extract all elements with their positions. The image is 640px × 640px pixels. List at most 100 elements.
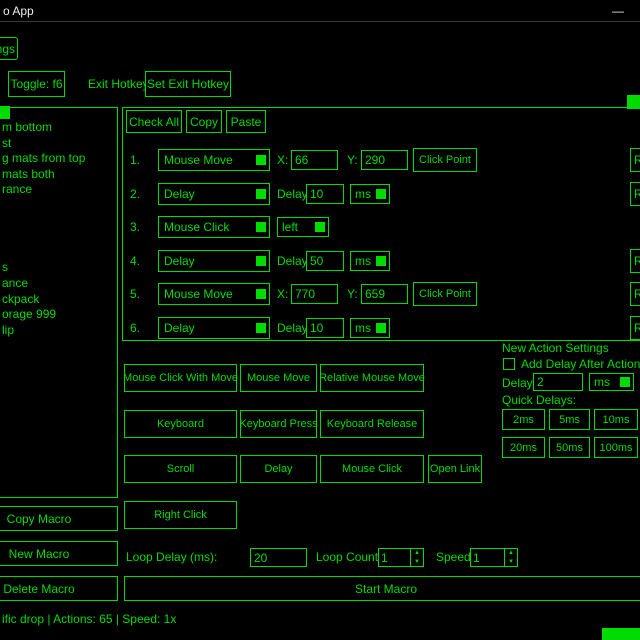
settings-button[interactable]: ngs bbox=[0, 37, 18, 60]
add-delay-after-action-label: Add Delay After Action bbox=[521, 357, 640, 371]
loop-count-input[interactable] bbox=[379, 549, 410, 566]
loop-count-stepper[interactable]: ▲ ▼ bbox=[378, 548, 424, 567]
dropdown-indicator-icon bbox=[256, 323, 266, 333]
macro-list-item[interactable] bbox=[2, 214, 117, 230]
delay-value-input[interactable] bbox=[306, 184, 344, 204]
remove-action-button[interactable]: Remove bbox=[630, 282, 640, 306]
add-delay-after-action-checkbox[interactable] bbox=[503, 358, 515, 370]
toggle-hotkey-button[interactable]: Toggle: f6 bbox=[8, 71, 65, 97]
dropdown-indicator-icon bbox=[376, 189, 386, 199]
macro-list-item[interactable]: m bottom bbox=[2, 120, 117, 136]
macro-list-item[interactable]: mats both bbox=[2, 167, 117, 183]
action-type-dropdown[interactable]: Delay bbox=[158, 250, 270, 272]
action-type-value: Mouse Move bbox=[159, 287, 256, 301]
action-type-value: Delay bbox=[159, 321, 256, 335]
add-keyboard-button[interactable]: Keyboard bbox=[124, 410, 237, 438]
macro-list-item[interactable] bbox=[2, 245, 117, 261]
quick-delay-2ms-button[interactable]: 2ms bbox=[502, 409, 545, 430]
copy-button[interactable]: Copy bbox=[186, 110, 222, 133]
dropdown-indicator-icon bbox=[256, 289, 266, 299]
dropdown-indicator-icon bbox=[315, 222, 325, 232]
mouse-button-dropdown[interactable]: left bbox=[277, 217, 329, 237]
check-all-button[interactable]: Check All bbox=[126, 110, 182, 133]
delete-macro-button[interactable]: Delete Macro bbox=[0, 576, 118, 601]
add-keyboard-press-button[interactable]: Keyboard Press bbox=[240, 410, 317, 438]
speed-input[interactable] bbox=[471, 549, 504, 566]
y-label: Y: bbox=[347, 148, 358, 172]
spin-down-icon[interactable]: ▼ bbox=[411, 558, 423, 567]
macro-list-item[interactable]: ance bbox=[2, 276, 117, 292]
action-type-dropdown[interactable]: Mouse Move bbox=[158, 283, 270, 305]
add-mouse-click-button[interactable]: Mouse Click bbox=[320, 455, 424, 483]
y-label: Y: bbox=[347, 282, 358, 306]
macro-list-item[interactable] bbox=[2, 198, 117, 214]
delay-unit-dropdown[interactable]: ms bbox=[350, 251, 390, 271]
resize-grip[interactable] bbox=[602, 628, 640, 640]
macro-list-item[interactable]: orage 999 bbox=[2, 307, 117, 323]
quick-delay-50ms-button[interactable]: 50ms bbox=[549, 437, 590, 458]
dropdown-indicator-icon bbox=[620, 377, 630, 387]
delay-unit-dropdown[interactable]: ms bbox=[350, 184, 390, 204]
click-point-button[interactable]: Click Point bbox=[413, 148, 477, 172]
delay-value-input[interactable] bbox=[306, 318, 344, 338]
x-label: X: bbox=[277, 148, 288, 172]
remove-action-button[interactable]: Remove bbox=[630, 182, 640, 206]
action-type-dropdown[interactable]: Mouse Click bbox=[158, 216, 270, 238]
new-action-delay-label: Delay: bbox=[502, 374, 536, 392]
macro-list-item[interactable]: ckpack bbox=[2, 292, 117, 308]
exit-hotkey-label: Exit Hotkey: bbox=[88, 71, 152, 97]
x-coordinate-input[interactable] bbox=[291, 150, 338, 170]
minimize-button[interactable]: — bbox=[601, 0, 635, 21]
macro-list-item[interactable] bbox=[2, 229, 117, 245]
new-action-delay-input[interactable] bbox=[533, 373, 583, 391]
add-right-click-button[interactable]: Right Click bbox=[124, 501, 237, 529]
action-type-dropdown[interactable]: Delay bbox=[158, 317, 270, 339]
add-mouse-click-with-move-button[interactable]: Mouse Click With Move bbox=[124, 364, 237, 392]
macro-list-item[interactable]: lip bbox=[2, 323, 117, 339]
set-exit-hotkey-button[interactable]: Set Exit Hotkey bbox=[145, 71, 231, 97]
quick-delay-20ms-button[interactable]: 20ms bbox=[502, 437, 545, 458]
action-type-dropdown[interactable]: Mouse Move bbox=[158, 149, 270, 171]
copy-macro-button[interactable]: Copy Macro bbox=[0, 506, 118, 531]
add-relative-mouse-move-button[interactable]: Relative Mouse Move bbox=[320, 364, 424, 392]
quick-delay-10ms-button[interactable]: 10ms bbox=[594, 409, 638, 430]
add-open-link-button[interactable]: Open Link bbox=[428, 455, 482, 483]
loop-delay-input[interactable] bbox=[250, 548, 307, 567]
quick-delay-5ms-button[interactable]: 5ms bbox=[549, 409, 590, 430]
delay-value-input[interactable] bbox=[306, 251, 344, 271]
remove-action-button[interactable]: Remove bbox=[630, 148, 640, 172]
macro-list-item[interactable]: rance bbox=[2, 182, 117, 198]
speed-stepper[interactable]: ▲ ▼ bbox=[470, 548, 518, 567]
dropdown-indicator-icon bbox=[256, 155, 266, 165]
x-coordinate-input[interactable] bbox=[291, 284, 338, 304]
action-type-dropdown[interactable]: Delay bbox=[158, 183, 270, 205]
remove-action-button[interactable]: Remove bbox=[630, 316, 640, 340]
action-type-value: Mouse Move bbox=[159, 153, 256, 167]
x-label: X: bbox=[277, 282, 288, 306]
new-action-delay-unit-dropdown[interactable]: ms bbox=[589, 373, 634, 391]
click-point-button[interactable]: Click Point bbox=[413, 282, 477, 306]
macro-list-item[interactable]: g mats from top bbox=[2, 151, 117, 167]
add-keyboard-release-button[interactable]: Keyboard Release bbox=[320, 410, 424, 438]
add-scroll-button[interactable]: Scroll bbox=[124, 455, 237, 483]
delay-unit-dropdown[interactable]: ms bbox=[350, 318, 390, 338]
paste-button[interactable]: Paste bbox=[226, 110, 266, 133]
dropdown-indicator-icon bbox=[256, 189, 266, 199]
macro-list-item[interactable]: s bbox=[2, 260, 117, 276]
new-macro-button[interactable]: New Macro bbox=[0, 541, 118, 566]
delay-unit-value: ms bbox=[351, 187, 376, 201]
clipped-ui-fragment-top-right bbox=[627, 95, 640, 109]
remove-action-button[interactable]: Remove bbox=[630, 249, 640, 273]
quick-delay-100ms-button[interactable]: 100ms bbox=[594, 437, 638, 458]
spin-down-icon[interactable]: ▼ bbox=[505, 558, 517, 567]
add-delay-button[interactable]: Delay bbox=[240, 455, 317, 483]
y-coordinate-input[interactable] bbox=[361, 150, 408, 170]
spin-up-icon[interactable]: ▲ bbox=[411, 549, 423, 558]
spin-up-icon[interactable]: ▲ bbox=[505, 549, 517, 558]
app-window: o App — ngs Toggle: f6 Exit Hotkey: Set … bbox=[0, 0, 640, 640]
add-mouse-move-button[interactable]: Mouse Move bbox=[240, 364, 317, 392]
y-coordinate-input[interactable] bbox=[361, 284, 408, 304]
start-macro-button[interactable]: Start Macro bbox=[124, 576, 640, 601]
new-action-delay-unit-value: ms bbox=[590, 375, 620, 389]
macro-list-item[interactable]: st bbox=[2, 136, 117, 152]
